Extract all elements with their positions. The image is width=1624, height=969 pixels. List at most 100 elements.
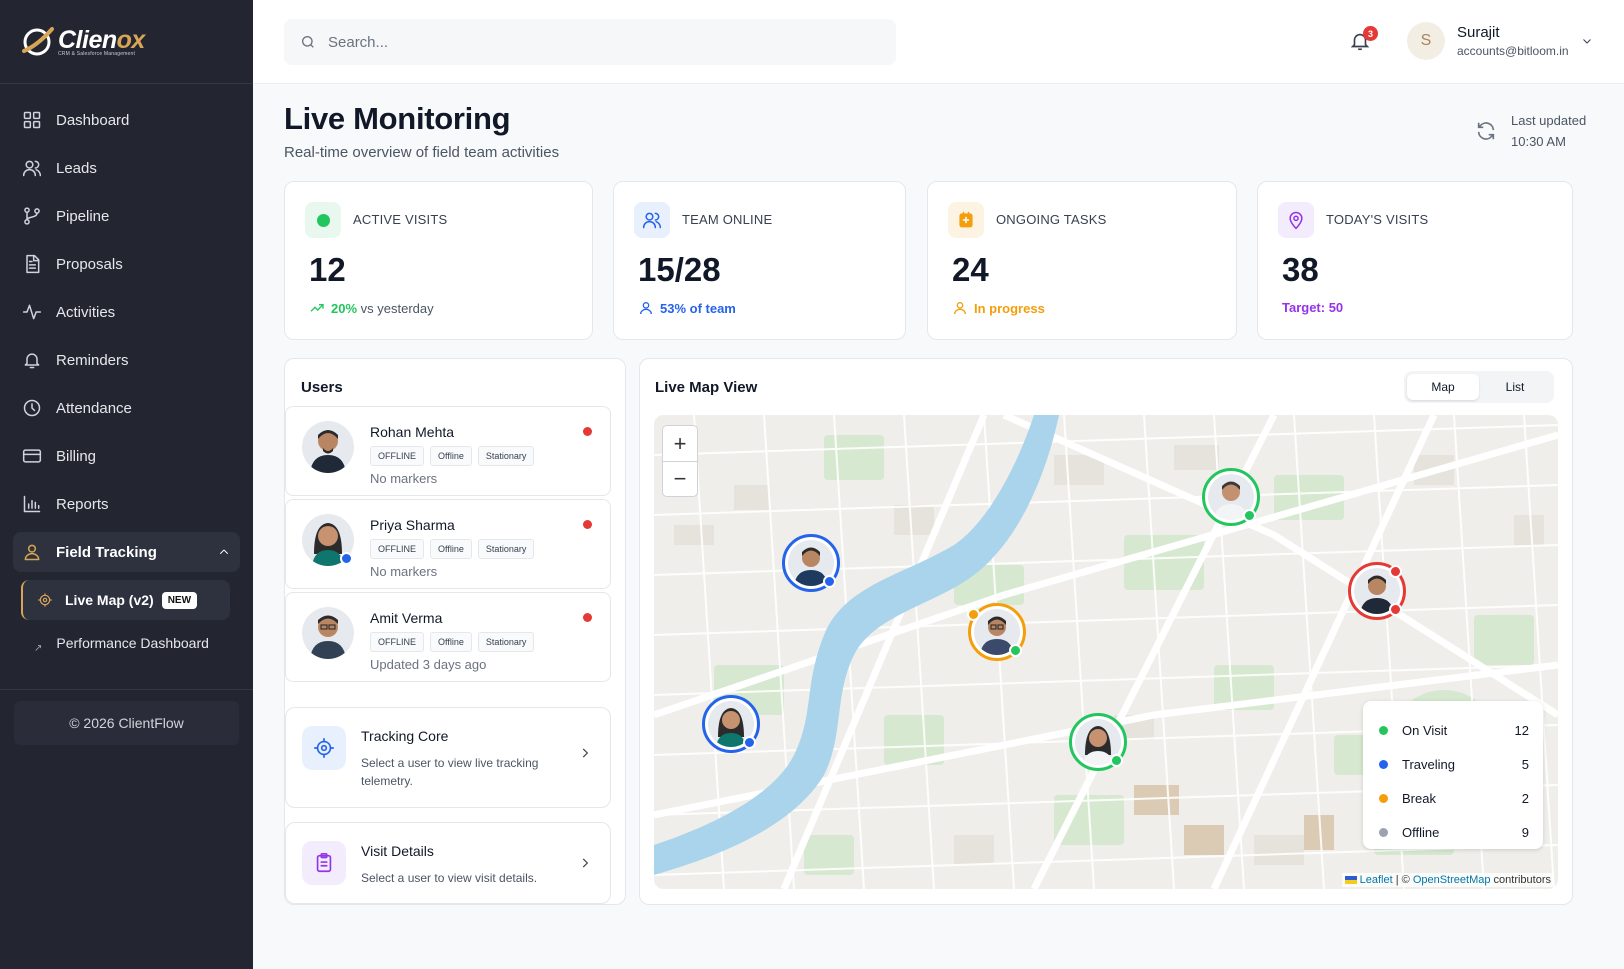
offline-indicator (583, 520, 592, 529)
live-map[interactable]: + − On Visit 12 Traveling 5 Break 2 Offl… (654, 415, 1558, 889)
stat-footnote-text: In progress (974, 300, 1045, 316)
sidebar-item-label: Attendance (56, 399, 132, 417)
sidebar-subitem-performance-dashboard[interactable]: ↗ Performance Dashboard (34, 626, 253, 660)
legend-count: 2 (1521, 790, 1529, 806)
on-visit-status-dot (1243, 509, 1256, 522)
search-input[interactable] (328, 33, 868, 51)
stat-value: 24 (952, 251, 989, 288)
user-card-rohan-mehta[interactable]: Rohan Mehta OFFLINE Offline Stationary N… (285, 406, 611, 496)
sidebar-item-proposals[interactable]: Proposals (0, 240, 253, 288)
stat-trend-text: vs yesterday (357, 300, 434, 316)
stat-label: ONGOING TASKS (996, 212, 1107, 227)
status-badge: OFFLINE (370, 632, 425, 652)
stat-card-ongoing-tasks: ONGOING TASKS 24 In progress (927, 181, 1237, 340)
sidebar-group-field-tracking[interactable]: Field Tracking (13, 532, 240, 572)
offline-status-dot (1389, 603, 1402, 616)
user-email: accounts@bitloom.in (1457, 44, 1569, 58)
sidebar-item-billing[interactable]: Billing (0, 432, 253, 480)
status-badge: Stationary (477, 539, 535, 559)
map-marker-on-visit[interactable] (1202, 468, 1260, 526)
brand-tagline: CRM & Salesforce Management (58, 50, 136, 57)
map-marker-on-visit[interactable] (1069, 713, 1127, 771)
map-view-button[interactable]: Map (1407, 374, 1479, 400)
sidebar-item-leads[interactable]: Leads (0, 144, 253, 192)
user-name: Amit Verma (370, 610, 443, 626)
sidebar-divider (0, 689, 253, 690)
visit-details-desc: Select a user to view visit details. (361, 871, 538, 885)
map-marker-traveling[interactable] (702, 695, 760, 753)
zoom-in-button[interactable]: + (663, 426, 697, 461)
user-card-amit-verma[interactable]: Amit Verma OFFLINE Offline Stationary Up… (285, 592, 611, 682)
visit-details-title: Visit Details (361, 843, 434, 859)
map-marker-traveling[interactable] (782, 534, 840, 592)
user-tags: OFFLINE Offline Stationary (370, 446, 535, 466)
stat-card-active-visits: ACTIVE VISITS 12 20% vs yesterday (284, 181, 593, 340)
zoom-out-button[interactable]: − (663, 461, 697, 496)
user-icon (640, 302, 652, 315)
tracking-core-card[interactable]: Tracking Core Select a user to view live… (285, 707, 611, 808)
users-panel-title: Users (301, 379, 343, 396)
target-icon (38, 593, 52, 607)
chevron-right-icon (582, 748, 589, 758)
search-bar[interactable] (284, 19, 896, 65)
notification-count-badge: 3 (1363, 26, 1378, 41)
stat-footnote-text: 53% of team (660, 300, 736, 316)
status-badge: Offline (430, 632, 472, 652)
legend-count: 5 (1521, 756, 1529, 772)
stat-footnote: 53% of team (638, 300, 736, 316)
sidebar-item-attendance[interactable]: Attendance (0, 384, 253, 432)
sidebar-item-pipeline[interactable]: Pipeline (0, 192, 253, 240)
copyright-footer: © 2026 ClientFlow (14, 701, 239, 745)
user-note: No markers (370, 564, 438, 579)
attribution-separator: | © (1392, 874, 1413, 886)
sidebar-subitem-live-map[interactable]: Live Map (v2) NEW (21, 580, 230, 620)
legend-label: Traveling (1402, 756, 1455, 772)
sidebar-item-reports[interactable]: Reports (0, 480, 253, 528)
legend-count: 12 (1514, 722, 1529, 738)
sidebar-item-activities[interactable]: Activities (0, 288, 253, 336)
sidebar-item-label: Billing (56, 447, 97, 465)
status-dot-icon (305, 202, 341, 238)
legend-dot (1379, 759, 1388, 769)
document-icon (26, 254, 40, 274)
brand-logo[interactable]: Clienox CRM & Salesforce Management (0, 0, 253, 84)
ukraine-flag-icon (1344, 876, 1357, 885)
user-note: No markers (370, 471, 438, 486)
users-icon (22, 160, 42, 177)
leaflet-link[interactable]: Leaflet (1360, 874, 1393, 886)
traveling-status-dot (340, 552, 353, 565)
map-legend: On Visit 12 Traveling 5 Break 2 Offline … (1363, 701, 1543, 849)
user-name: Priya Sharma (370, 517, 455, 533)
avatar: S (1407, 22, 1445, 60)
user-note: Updated 3 days ago (370, 657, 487, 672)
user-avatar-photo (302, 421, 354, 473)
arrow-icon: ↗ (34, 642, 43, 654)
stat-footnote: Target: 50 (1282, 300, 1343, 315)
on-visit-status-dot (1009, 644, 1022, 657)
stat-trend-value: 20% (331, 300, 358, 316)
user-tags: OFFLINE Offline Stationary (370, 632, 535, 652)
visit-details-card[interactable]: Visit Details Select a user to view visi… (285, 822, 611, 904)
status-badge: Stationary (477, 446, 535, 466)
list-view-button[interactable]: List (1479, 374, 1551, 400)
dashboard-icon (23, 111, 41, 129)
map-marker-break[interactable] (967, 603, 1026, 661)
notifications-button[interactable]: 3 (1349, 26, 1378, 54)
map-marker-offline[interactable] (1348, 562, 1406, 620)
stat-value: 15/28 (638, 251, 721, 288)
trending-up-icon (310, 304, 324, 312)
sidebar-item-label: Activities (56, 303, 116, 321)
refresh-icon[interactable] (1475, 120, 1497, 142)
sidebar-item-dashboard[interactable]: Dashboard (0, 96, 253, 144)
break-status-dot (967, 608, 980, 621)
sidebar-item-label: Dashboard (56, 111, 130, 129)
sidebar-item-reminders[interactable]: Reminders (0, 336, 253, 384)
traveling-status-dot (743, 736, 756, 749)
user-menu[interactable]: S Surajit accounts@bitloom.in (1407, 22, 1593, 60)
user-card-priya-sharma[interactable]: Priya Sharma OFFLINE Offline Stationary … (285, 499, 611, 589)
sidebar-item-label: Pipeline (56, 207, 110, 225)
activity-icon (22, 304, 42, 320)
crosshair-icon (302, 726, 346, 770)
openstreetmap-link[interactable]: OpenStreetMap (1413, 874, 1491, 886)
last-updated-label: Last updated (1511, 113, 1587, 128)
